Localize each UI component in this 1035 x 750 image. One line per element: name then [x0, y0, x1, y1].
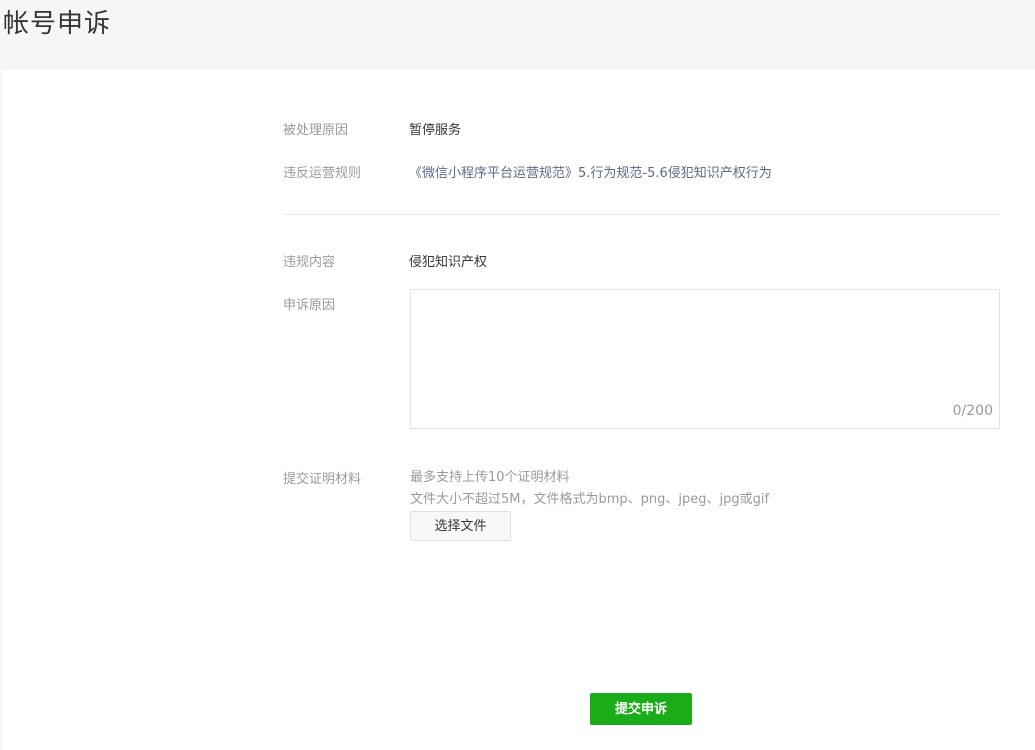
violated-rule-label: 违反运营规则 [283, 166, 362, 181]
appeal-reason-field[interactable]: 0/200 [410, 289, 1000, 429]
violation-content-label: 违规内容 [283, 255, 336, 270]
processing-reason-label: 被处理原因 [283, 123, 349, 138]
choose-file-button[interactable]: 选择文件 [410, 511, 511, 541]
appeal-reason-input[interactable] [411, 290, 999, 428]
page-title: 帐号申诉 [3, 9, 112, 39]
evidence-format-hint: 文件大小不超过5M，文件格式为bmp、png、jpeg、jpg或gif [410, 492, 770, 507]
evidence-count-hint: 最多支持上传10个证明材料 [410, 470, 570, 485]
violation-content-value: 侵犯知识产权 [409, 255, 488, 270]
violated-rule-value: 《微信小程序平台运营规范》5.行为规范-5.6侵犯知识产权行为 [409, 166, 772, 181]
appeal-reason-counter: 0/200 [952, 403, 993, 419]
section-divider [283, 214, 1000, 215]
page-header: 帐号申诉 [0, 0, 1035, 70]
appeal-reason-label: 申诉原因 [283, 298, 336, 313]
submit-appeal-button[interactable]: 提交申诉 [590, 693, 692, 725]
evidence-label: 提交证明材料 [283, 472, 362, 487]
processing-reason-value: 暂停服务 [409, 123, 462, 138]
